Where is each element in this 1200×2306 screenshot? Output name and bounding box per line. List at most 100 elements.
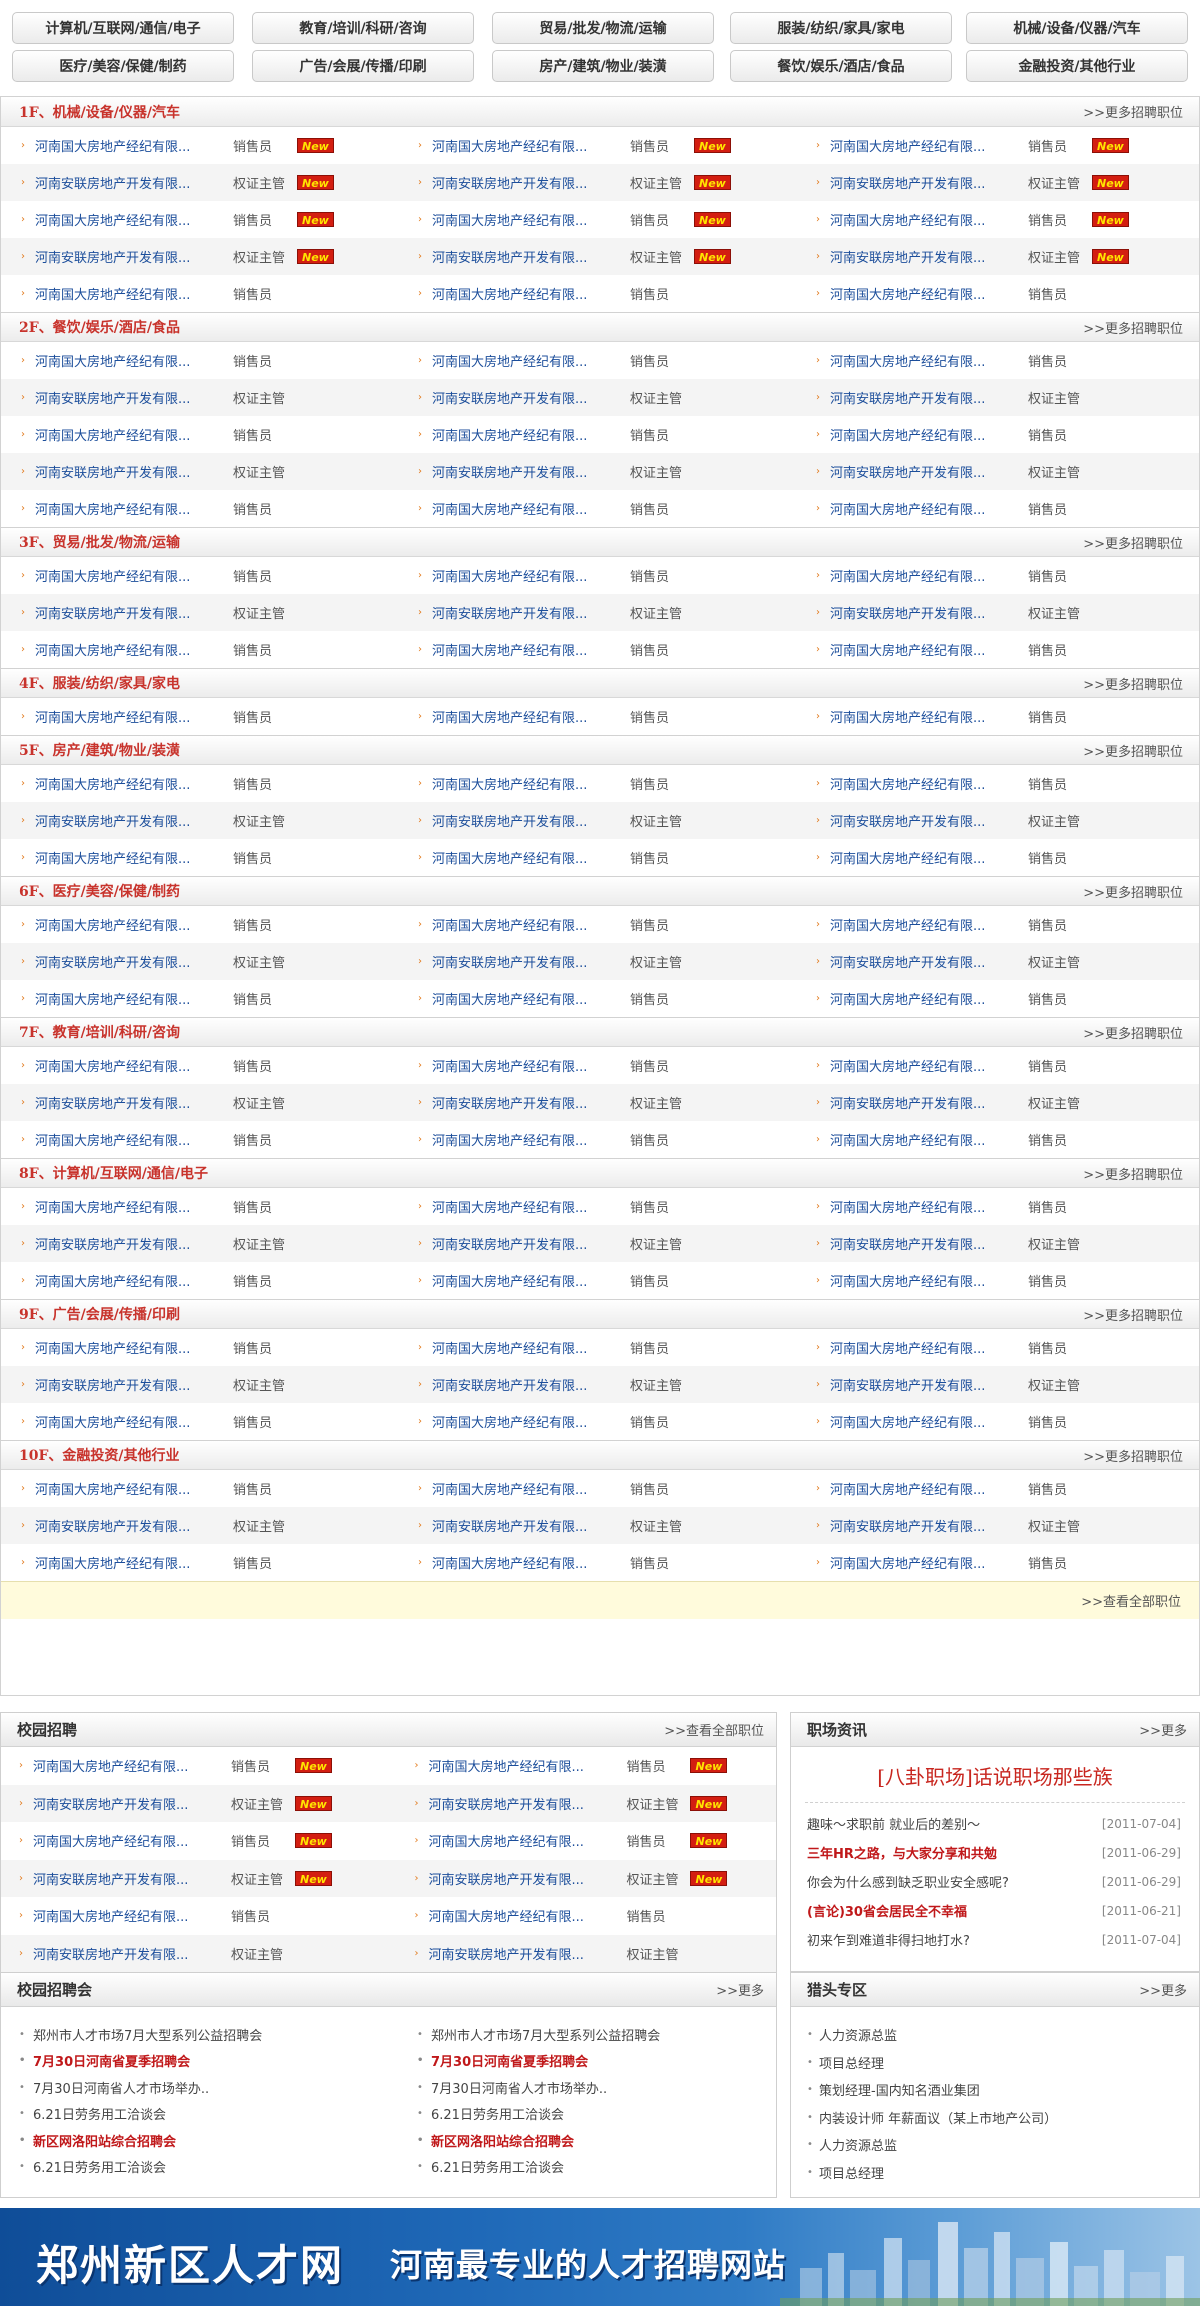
- position-link[interactable]: 权证主管: [233, 1375, 297, 1394]
- position-link[interactable]: 销售员: [1028, 351, 1092, 370]
- company-link[interactable]: 河南安联房地产开发有限...: [830, 952, 1024, 971]
- position-link[interactable]: 权证主管: [231, 1944, 295, 1963]
- floor-title[interactable]: 5F、房产/建筑/物业/装潢: [19, 740, 180, 760]
- company-link[interactable]: 河南国大房地产经纪有限...: [830, 351, 1024, 370]
- fair-item[interactable]: • 7月30日河南省人才市场举办..: [19, 2074, 399, 2101]
- fair-item[interactable]: • 6.21日劳务用工洽谈会: [417, 2101, 797, 2128]
- company-link[interactable]: 河南安联房地产开发有限...: [432, 247, 626, 266]
- position-link[interactable]: 权证主管: [630, 1375, 694, 1394]
- hunter-item[interactable]: • 项目总经理: [807, 2159, 1199, 2187]
- more-jobs-link[interactable]: >>更多招聘职位: [1083, 1446, 1183, 1465]
- company-link[interactable]: 河南国大房地产经纪有限...: [428, 1756, 622, 1775]
- company-link[interactable]: 河南安联房地产开发有限...: [830, 811, 1024, 830]
- more-jobs-link[interactable]: >>更多招聘职位: [1083, 674, 1183, 693]
- category-button[interactable]: 广告/会展/传播/印刷: [252, 50, 474, 82]
- company-link[interactable]: 河南国大房地产经纪有限...: [35, 425, 229, 444]
- company-link[interactable]: 河南安联房地产开发有限...: [35, 952, 229, 971]
- position-link[interactable]: 销售员: [1028, 774, 1092, 793]
- fair-item[interactable]: • 新区网洛阳站综合招聘会: [417, 2127, 797, 2154]
- position-link[interactable]: 权证主管: [233, 1234, 297, 1253]
- position-link[interactable]: 销售员: [1028, 1197, 1092, 1216]
- position-link[interactable]: 销售员: [233, 1056, 297, 1075]
- company-link[interactable]: 河南安联房地产开发有限...: [830, 173, 1024, 192]
- company-link[interactable]: 河南国大房地产经纪有限...: [428, 1831, 622, 1850]
- position-link[interactable]: 销售员: [630, 499, 694, 518]
- position-link[interactable]: 销售员: [233, 1553, 297, 1572]
- company-link[interactable]: 河南国大房地产经纪有限...: [432, 915, 626, 934]
- position-link[interactable]: 销售员: [233, 848, 297, 867]
- company-link[interactable]: 河南国大房地产经纪有限...: [830, 1197, 1024, 1216]
- position-link[interactable]: 权证主管: [630, 173, 694, 192]
- position-link[interactable]: 销售员: [233, 1130, 297, 1149]
- position-link[interactable]: 销售员: [233, 499, 297, 518]
- position-link[interactable]: 销售员: [233, 1479, 297, 1498]
- company-link[interactable]: 河南国大房地产经纪有限...: [830, 136, 1024, 155]
- position-link[interactable]: 权证主管: [233, 1093, 297, 1112]
- company-link[interactable]: 河南国大房地产经纪有限...: [432, 425, 626, 444]
- floor-title[interactable]: 7F、教育/培训/科研/咨询: [19, 1022, 180, 1042]
- floor-title[interactable]: 8F、计算机/互联网/通信/电子: [19, 1163, 208, 1183]
- company-link[interactable]: 河南国大房地产经纪有限...: [830, 425, 1024, 444]
- company-link[interactable]: 河南国大房地产经纪有限...: [432, 1130, 626, 1149]
- position-link[interactable]: 销售员: [630, 136, 694, 155]
- company-link[interactable]: 河南国大房地产经纪有限...: [830, 1056, 1024, 1075]
- position-link[interactable]: 权证主管: [233, 173, 297, 192]
- company-link[interactable]: 河南国大房地产经纪有限...: [432, 989, 626, 1008]
- company-link[interactable]: 河南国大房地产经纪有限...: [35, 210, 229, 229]
- fair-item[interactable]: • 6.21日劳务用工洽谈会: [19, 2154, 399, 2181]
- company-link[interactable]: 河南国大房地产经纪有限...: [432, 351, 626, 370]
- company-link[interactable]: 河南国大房地产经纪有限...: [432, 499, 626, 518]
- company-link[interactable]: 河南国大房地产经纪有限...: [432, 1412, 626, 1431]
- company-link[interactable]: 河南安联房地产开发有限...: [432, 811, 626, 830]
- company-link[interactable]: 河南国大房地产经纪有限...: [35, 1056, 229, 1075]
- company-link[interactable]: 河南安联房地产开发有限...: [432, 462, 626, 481]
- position-link[interactable]: 权证主管: [1028, 388, 1092, 407]
- position-link[interactable]: 权证主管: [1028, 1375, 1092, 1394]
- position-link[interactable]: 销售员: [626, 1906, 690, 1925]
- site-banner[interactable]: 郑州新区人才网 河南最专业的人才招聘网站: [0, 2208, 1200, 2306]
- position-link[interactable]: 销售员: [233, 566, 297, 585]
- more-jobs-link[interactable]: >>更多招聘职位: [1083, 1023, 1183, 1042]
- company-link[interactable]: 河南安联房地产开发有限...: [830, 1375, 1024, 1394]
- company-link[interactable]: 河南国大房地产经纪有限...: [432, 640, 626, 659]
- position-link[interactable]: 销售员: [630, 351, 694, 370]
- position-link[interactable]: 销售员: [630, 1197, 694, 1216]
- company-link[interactable]: 河南国大房地产经纪有限...: [830, 210, 1024, 229]
- company-link[interactable]: 河南国大房地产经纪有限...: [830, 1479, 1024, 1498]
- more-jobs-link[interactable]: >>更多招聘职位: [1083, 533, 1183, 552]
- company-link[interactable]: 河南国大房地产经纪有限...: [432, 136, 626, 155]
- company-link[interactable]: 河南安联房地产开发有限...: [35, 388, 229, 407]
- news-item[interactable]: 趣味～求职前 就业后的差别～ [2011-07-04]: [791, 1809, 1199, 1838]
- position-link[interactable]: 权证主管: [233, 952, 297, 971]
- position-link[interactable]: 权证主管: [1028, 952, 1092, 971]
- floor-title[interactable]: 10F、金融投资/其他行业: [19, 1445, 180, 1465]
- view-all-jobs-link[interactable]: >>查看全部职位: [1081, 1591, 1181, 1610]
- position-link[interactable]: 销售员: [231, 1831, 295, 1850]
- hunter-item[interactable]: • 策划经理-国内知名酒业集团: [807, 2076, 1199, 2104]
- company-link[interactable]: 河南国大房地产经纪有限...: [35, 1412, 229, 1431]
- company-link[interactable]: 河南安联房地产开发有限...: [35, 247, 229, 266]
- company-link[interactable]: 河南国大房地产经纪有限...: [432, 1056, 626, 1075]
- floor-title[interactable]: 9F、广告/会展/传播/印刷: [19, 1304, 180, 1324]
- company-link[interactable]: 河南国大房地产经纪有限...: [830, 774, 1024, 793]
- news-item[interactable]: (言论)30省会居民全不幸福 [2011-06-21]: [791, 1896, 1199, 1925]
- company-link[interactable]: 河南国大房地产经纪有限...: [35, 707, 229, 726]
- company-link[interactable]: 河南国大房地产经纪有限...: [830, 1553, 1024, 1572]
- position-link[interactable]: 销售员: [233, 1338, 297, 1357]
- company-link[interactable]: 河南安联房地产开发有限...: [830, 462, 1024, 481]
- company-link[interactable]: 河南国大房地产经纪有限...: [432, 848, 626, 867]
- company-link[interactable]: 河南安联房地产开发有限...: [35, 603, 229, 622]
- company-link[interactable]: 河南国大房地产经纪有限...: [432, 1338, 626, 1357]
- position-link[interactable]: 销售员: [1028, 425, 1092, 444]
- position-link[interactable]: 权证主管: [630, 1516, 694, 1535]
- company-link[interactable]: 河南安联房地产开发有限...: [428, 1869, 622, 1888]
- category-button[interactable]: 计算机/互联网/通信/电子: [12, 12, 234, 44]
- position-link[interactable]: 销售员: [1028, 1338, 1092, 1357]
- fair-item[interactable]: • 郑州市人才市场7月大型系列公益招聘会: [417, 2021, 797, 2048]
- company-link[interactable]: 河南安联房地产开发有限...: [35, 462, 229, 481]
- position-link[interactable]: 销售员: [233, 989, 297, 1008]
- company-link[interactable]: 河南安联房地产开发有限...: [830, 1093, 1024, 1112]
- company-link[interactable]: 河南国大房地产经纪有限...: [35, 136, 229, 155]
- category-button[interactable]: 服装/纺织/家具/家电: [730, 12, 952, 44]
- company-link[interactable]: 河南国大房地产经纪有限...: [33, 1906, 227, 1925]
